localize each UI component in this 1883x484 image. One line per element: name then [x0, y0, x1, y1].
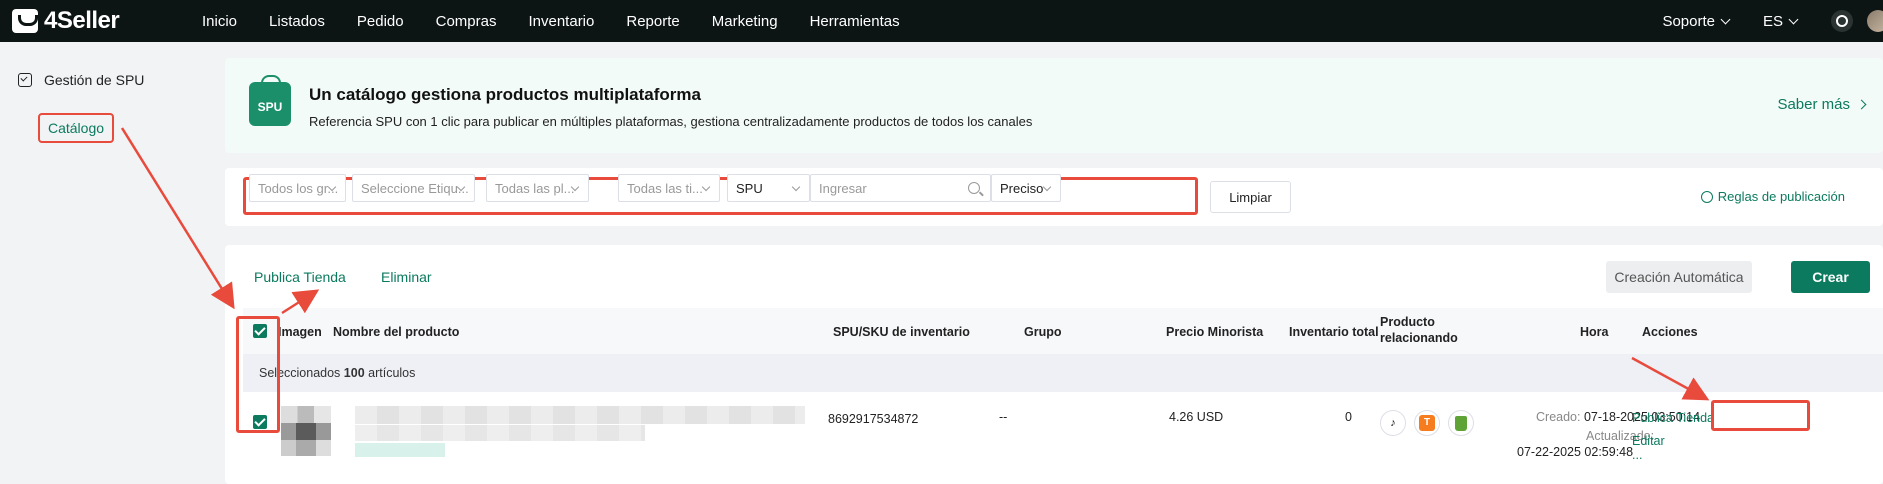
- th-retail-price: Precio Minorista: [1166, 325, 1264, 339]
- nav-reporte[interactable]: Reporte: [626, 13, 679, 30]
- search-input[interactable]: Ingresar: [810, 174, 991, 202]
- row-edit-button[interactable]: Editar: [1632, 434, 1665, 448]
- bulk-publish-store-button[interactable]: Publica Tienda: [254, 269, 346, 285]
- sidebar: Gestión de SPU Catálogo: [0, 42, 210, 484]
- nav-inventario[interactable]: Inventario: [528, 13, 594, 30]
- chevron-down-icon: [1720, 14, 1731, 24]
- info-banner: SPU Un catálogo gestiona productos multi…: [225, 58, 1883, 153]
- bulk-delete-button[interactable]: Eliminar: [381, 269, 432, 285]
- spu-bag-icon: SPU: [249, 75, 291, 126]
- support-dropdown[interactable]: Soporte: [1662, 12, 1731, 30]
- group-select-value: Todos los gr...: [258, 180, 339, 196]
- th-group: Grupo: [1024, 325, 1062, 339]
- chevron-down-icon: [1788, 14, 1799, 24]
- spu-management-icon: [18, 73, 32, 87]
- th-related-line2: relacionando: [1380, 331, 1458, 345]
- tiktok-icon[interactable]: ♪: [1380, 410, 1406, 436]
- chevron-down-icon: [791, 182, 801, 192]
- th-time: Hora: [1580, 325, 1609, 339]
- sidebar-section-label: Gestión de SPU: [44, 72, 145, 88]
- main-nav: Inicio Listados Pedido Compras Inventari…: [202, 13, 932, 30]
- nav-inicio[interactable]: Inicio: [202, 13, 237, 30]
- nav-pedido[interactable]: Pedido: [357, 13, 404, 30]
- banner-subtitle: Referencia SPU con 1 clic para publicar …: [309, 114, 1033, 129]
- chevron-right-icon: [1856, 99, 1867, 110]
- nav-marketing[interactable]: Marketing: [712, 13, 778, 30]
- created-label: Creado:: [1536, 410, 1581, 424]
- publishing-rules-link[interactable]: Reglas de publicación: [1700, 189, 1845, 204]
- publishing-rules-label: Reglas de publicación: [1717, 189, 1845, 204]
- type-select[interactable]: Todas las ti...: [618, 174, 720, 202]
- filter-bar: Todos los gr... Seleccione Etiqu... Toda…: [225, 168, 1883, 226]
- th-product-name: Nombre del producto: [333, 325, 460, 339]
- language-dropdown[interactable]: ES: [1762, 12, 1799, 30]
- learn-more-label: Saber más: [1777, 96, 1850, 113]
- product-name-redacted: [355, 406, 805, 424]
- logo-bag-icon: [12, 9, 38, 33]
- row-sku: 8692917534872: [828, 412, 919, 426]
- platform-select-value: Todas las pl...: [495, 180, 575, 196]
- th-actions: Acciones: [1642, 325, 1698, 339]
- match-mode-select[interactable]: Preciso: [991, 174, 1061, 202]
- th-related-product: Producto relacionando: [1380, 314, 1458, 346]
- checkbox-column-highlight: [236, 316, 280, 433]
- product-name-redacted: [355, 425, 645, 441]
- match-mode-value: Preciso: [1000, 180, 1044, 196]
- clear-button[interactable]: Limpiar: [1210, 181, 1291, 213]
- group-select[interactable]: Todos los gr...: [249, 174, 346, 202]
- product-link-redacted[interactable]: [355, 443, 445, 457]
- row-price: 4.26 USD: [1169, 410, 1224, 424]
- banner-title: Un catálogo gestiona productos multiplat…: [309, 85, 701, 104]
- publish-action-highlight: [1711, 400, 1810, 431]
- nav-compras[interactable]: Compras: [436, 13, 497, 30]
- selection-summary: Seleccionados 100 artículos: [243, 354, 1883, 392]
- avatar[interactable]: [1867, 10, 1883, 32]
- th-image: Imagen: [278, 325, 322, 339]
- search-field-value: SPU: [736, 180, 763, 196]
- chevron-down-icon: [1042, 182, 1052, 192]
- settings-gear-icon[interactable]: [1831, 10, 1853, 32]
- sidebar-section-spu[interactable]: Gestión de SPU: [18, 72, 144, 88]
- search-icon[interactable]: [968, 182, 980, 194]
- top-navbar: 4Seller Inicio Listados Pedido Compras I…: [0, 0, 1883, 42]
- auto-create-button[interactable]: Creación Automática: [1606, 261, 1752, 293]
- row-more-button[interactable]: ...: [1632, 448, 1642, 462]
- updated-value: 07-22-2025 02:59:48: [1517, 445, 1634, 459]
- type-select-value: Todas las ti...: [627, 180, 703, 196]
- temu-icon[interactable]: T: [1414, 410, 1440, 436]
- sidebar-item-catalogo[interactable]: Catálogo: [38, 113, 114, 143]
- tag-select[interactable]: Seleccione Etiqu...: [352, 174, 475, 202]
- th-related-line1: Producto: [1380, 315, 1435, 329]
- search-placeholder: Ingresar: [819, 180, 867, 196]
- selection-suffix: artículos: [368, 366, 416, 380]
- product-thumbnail[interactable]: [281, 406, 331, 456]
- row-inventory: 0: [1345, 410, 1352, 424]
- selection-count: 100: [343, 366, 365, 380]
- nav-herramientas[interactable]: Herramientas: [810, 13, 900, 30]
- learn-more-link[interactable]: Saber más: [1777, 96, 1867, 113]
- shopify-icon[interactable]: [1448, 410, 1474, 436]
- row-group: --: [999, 410, 1008, 424]
- language-label: ES: [1762, 12, 1783, 30]
- search-field-select[interactable]: SPU: [727, 174, 810, 202]
- th-total-inventory: Inventario total: [1289, 325, 1379, 339]
- th-spu-sku: SPU/SKU de inventario: [833, 325, 970, 339]
- product-table-panel: Publica Tienda Eliminar Creación Automát…: [225, 245, 1883, 484]
- gear-icon: [1700, 190, 1713, 203]
- support-label: Soporte: [1662, 12, 1715, 30]
- logo[interactable]: 4Seller: [12, 7, 202, 35]
- table-header: Imagen Nombre del producto SPU/SKU de in…: [243, 308, 1883, 354]
- nav-listados[interactable]: Listados: [269, 13, 325, 30]
- logo-text: 4Seller: [44, 7, 120, 34]
- create-button[interactable]: Crear: [1791, 261, 1870, 293]
- tag-select-value: Seleccione Etiqu...: [361, 180, 469, 196]
- platform-select[interactable]: Todas las pl...: [486, 174, 589, 202]
- top-right-controls: Soporte ES: [1662, 10, 1883, 32]
- row-publish-store-button[interactable]: Publica Tienda: [1632, 411, 1714, 425]
- chevron-down-icon: [701, 182, 711, 192]
